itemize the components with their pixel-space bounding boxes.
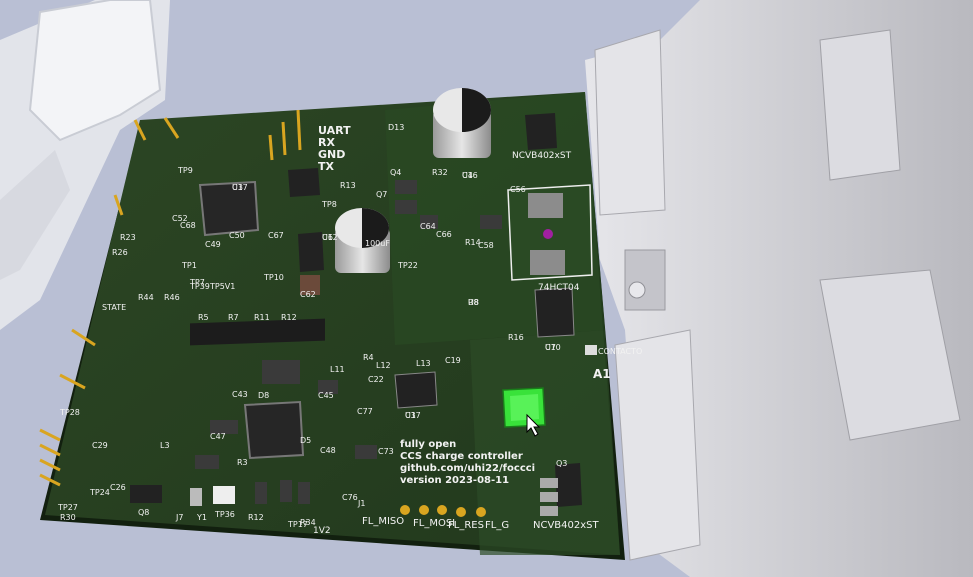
ref-designator: R12 (281, 313, 297, 322)
svg-text:TX: TX (318, 160, 335, 173)
ref-designator: R23 (120, 233, 136, 242)
ref-designator: C12 (322, 233, 338, 242)
ref-designator: C76 (342, 493, 358, 502)
highlighted-chip[interactable] (502, 387, 546, 428)
ref-designator: D5 (300, 436, 311, 445)
svg-text:CCS charge controller: CCS charge controller (400, 451, 523, 462)
ref-designator: C48 (320, 446, 336, 455)
ref-designator: Q8 (138, 508, 149, 517)
ref-designator: R12 (248, 513, 264, 522)
cap-value-label: 100uF (365, 239, 390, 248)
header-strip (190, 318, 325, 346)
ref-designator: R46 (164, 293, 180, 302)
ref-designator: TP9 (177, 166, 193, 175)
kicad-3d-view: UART RX GND TX fully open CCS charge con… (0, 0, 973, 577)
ref-designator: TP36 (214, 510, 235, 519)
ref-designator: TP24 (89, 488, 110, 497)
svg-text:FL_G: FL_G (485, 520, 509, 531)
ref-designator: TP22 (397, 261, 418, 270)
ref-designator: R16 (508, 333, 524, 342)
ref-designator: TP1 (181, 261, 197, 270)
ref-designator: C67 (268, 231, 284, 240)
ref-designator: R7 (228, 313, 239, 322)
svg-text:fully open: fully open (400, 439, 456, 450)
ref-designator: R32 (432, 168, 448, 177)
ref-designator: C29 (92, 441, 108, 450)
svg-text:FL_RES: FL_RES (448, 520, 484, 531)
regulator-bottom-label: NCVB402xST (533, 520, 600, 531)
ref-designator: L12 (376, 361, 391, 370)
ref-designator: C73 (378, 447, 394, 456)
ref-designator: C56 (510, 185, 526, 194)
ref-designator: R30 (60, 513, 76, 522)
ref-designator: TP28 (59, 408, 80, 417)
ref-designator: D13 (388, 123, 404, 132)
ref-designator: C16 (462, 171, 478, 180)
ref-designator: C10 (545, 343, 561, 352)
pcb-render: UART RX GND TX fully open CCS charge con… (0, 0, 973, 577)
ref-designator: R4 (363, 353, 374, 362)
ref-designator: C49 (205, 240, 221, 249)
ref-designator: C22 (368, 375, 384, 384)
ref-designator: C62 (300, 290, 316, 299)
ref-designator: L11 (330, 365, 345, 374)
ref-designator: Y1 (196, 513, 207, 522)
ref-designator: C47 (210, 432, 226, 441)
ref-designator: R44 (138, 293, 154, 302)
ref-designator: Q4 (390, 168, 401, 177)
ref-designator: C37 (405, 411, 421, 420)
ref-designator: TP5V1 (209, 282, 235, 291)
ref-designator: C64 (420, 222, 436, 231)
logic-chip-label: 74HCT04 (538, 283, 580, 293)
ref-designator: TP27 (57, 503, 78, 512)
ref-designator: C19 (445, 356, 461, 365)
ref-designator: C45 (318, 391, 334, 400)
ref-designator: L3 (160, 441, 170, 450)
ref-designator: D8 (258, 391, 269, 400)
ref-designator: R3 (237, 458, 248, 467)
ref-designator: Q7 (376, 190, 387, 199)
regulator-top-label: NCVB402xST (512, 151, 572, 161)
power-label: 1V2 (313, 526, 331, 536)
ref-designator: R14 (465, 238, 481, 247)
ref-designator: TP17 (287, 520, 308, 529)
ref-designator: C50 (229, 231, 245, 240)
ref-designator: C43 (232, 390, 248, 399)
ref-designator: R26 (112, 248, 128, 257)
state-label: STATE (102, 303, 126, 312)
ref-designator: C17 (232, 183, 248, 192)
ref-designator: TP10 (263, 273, 284, 282)
svg-text:FL_MISO: FL_MISO (362, 516, 404, 527)
ref-designator: R11 (254, 313, 270, 322)
ref-designator: R5 (198, 313, 209, 322)
ref-designator: R13 (340, 181, 356, 190)
ref-designator: C68 (180, 221, 196, 230)
ref-designator: J7 (175, 513, 183, 522)
ref-designator: C66 (436, 230, 452, 239)
ref-designator: Q3 (556, 459, 567, 468)
contactor-label: CONTACTO (598, 347, 642, 356)
ref-designator: J1 (357, 499, 365, 508)
ref-designator: C77 (357, 407, 373, 416)
svg-text:github.com/uhi22/foccci: github.com/uhi22/foccci (400, 463, 535, 474)
ref-designator: R8 (468, 298, 479, 307)
ref-designator: TP39 (189, 282, 210, 291)
ref-designator: L13 (416, 359, 431, 368)
svg-text:version 2023-08-11: version 2023-08-11 (400, 475, 509, 486)
ref-designator: C26 (110, 483, 126, 492)
ref-designator: TP8 (321, 200, 337, 209)
connector-id-label: A1 (593, 367, 611, 381)
right-connector-housing (585, 0, 973, 577)
